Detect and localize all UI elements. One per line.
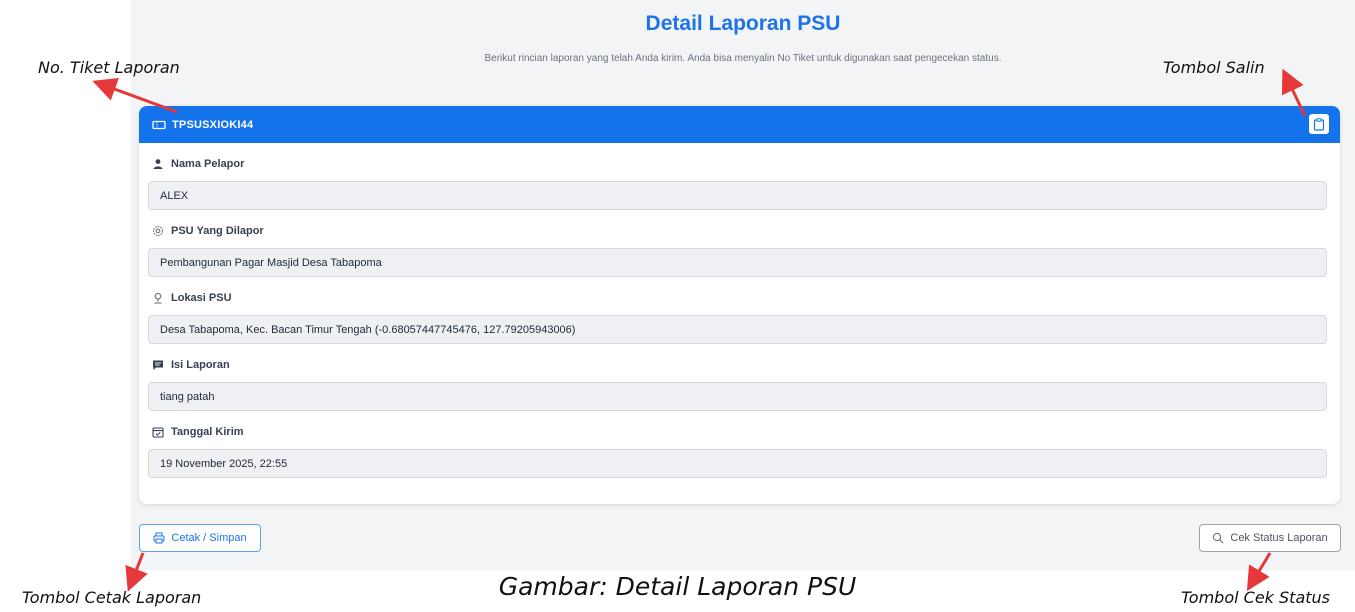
check-status-button[interactable]: Cek Status Laporan <box>1199 524 1341 552</box>
field-label-text: Lokasi PSU <box>171 292 232 304</box>
field-label-text: Tanggal Kirim <box>171 426 244 438</box>
field-value-tanggal: 19 November 2025, 22:55 <box>148 449 1327 478</box>
print-button-label: Cetak / Simpan <box>171 532 247 544</box>
annotation-ticket-number: No. Tiket Laporan <box>38 58 180 77</box>
message-icon <box>152 359 164 371</box>
field-label-nama-pelapor: Nama Pelapor <box>152 158 244 170</box>
gear-icon <box>152 225 164 237</box>
ticket-number: TPSUSXIOKI44 <box>172 118 254 131</box>
field-value-lokasi: Desa Tabapoma, Kec. Bacan Timur Tengah (… <box>148 315 1327 344</box>
ticket-icon <box>152 119 166 131</box>
report-card: TPSUSXIOKI44 Nama Pelapor ALEX PSU Yang … <box>139 106 1340 504</box>
field-label-psu: PSU Yang Dilapor <box>152 225 264 237</box>
field-value-psu: Pembangunan Pagar Masjid Desa Tabapoma <box>148 248 1327 277</box>
check-status-label: Cek Status Laporan <box>1230 532 1328 544</box>
page-title: Detail Laporan PSU <box>645 12 841 35</box>
printer-icon <box>153 532 165 544</box>
field-value-isi: tiang patah <box>148 382 1327 411</box>
field-label-lokasi: Lokasi PSU <box>152 292 232 304</box>
annotation-copy-button: Tombol Salin <box>1163 58 1265 77</box>
print-button[interactable]: Cetak / Simpan <box>139 524 261 552</box>
figure-caption: Gambar: Detail Laporan PSU <box>498 572 857 601</box>
search-icon <box>1212 532 1224 544</box>
copy-button[interactable] <box>1309 114 1329 134</box>
calendar-icon <box>152 426 164 438</box>
location-pin-icon <box>152 292 164 304</box>
field-value-nama-pelapor: ALEX <box>148 181 1327 210</box>
field-label-tanggal: Tanggal Kirim <box>152 426 244 438</box>
field-label-text: Isi Laporan <box>171 359 230 371</box>
field-label-text: PSU Yang Dilapor <box>171 225 264 237</box>
clipboard-icon <box>1313 117 1325 131</box>
field-label-isi: Isi Laporan <box>152 359 230 371</box>
user-icon <box>152 158 164 170</box>
field-label-text: Nama Pelapor <box>171 158 245 170</box>
app-screen: Detail Laporan PSU Berikut rincian lapor… <box>131 0 1355 570</box>
ticket-header: TPSUSXIOKI44 <box>139 106 1340 143</box>
